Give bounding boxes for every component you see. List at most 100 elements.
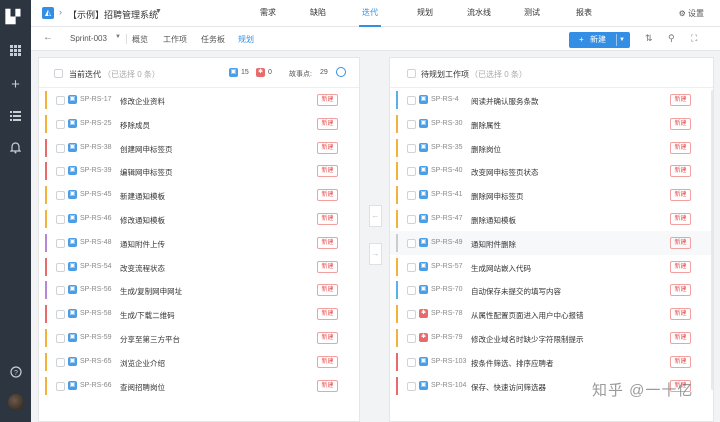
item-code[interactable]: SP-RS-78 [431,310,463,317]
tab-requirements[interactable]: 需求 [260,0,276,27]
chevron-down-icon[interactable]: ▼ [155,8,162,15]
item-code[interactable]: SP-RS-56 [80,286,112,293]
chevron-down-icon[interactable]: ▼ [115,34,121,40]
row-checkbox[interactable] [56,381,65,391]
list-icon[interactable] [0,109,31,125]
row-checkbox[interactable] [56,333,65,343]
list-item[interactable]: ▣ SP-RS-30 删除属性 新建 [390,112,713,136]
list-item[interactable]: ▣ SP-RS-25 移除成员 新建 [39,112,359,136]
list-item[interactable]: ▣ SP-RS-58 生成/下载二维码 新建 [39,302,359,326]
status-badge[interactable]: 新建 [317,331,338,344]
item-title[interactable]: 改变网申标签页状态 [471,167,539,178]
item-code[interactable]: SP-RS-41 [431,191,463,198]
app-logo[interactable]: ▙▘ [0,9,31,25]
plus-icon[interactable]: + [0,77,31,93]
tab-taskboard[interactable]: 任务板 [201,34,225,45]
row-checkbox[interactable] [407,214,416,224]
item-code[interactable]: SP-RS-65 [80,358,112,365]
item-code[interactable]: SP-RS-66 [80,382,112,389]
item-title[interactable]: 通知附件删除 [471,239,516,250]
list-item[interactable]: ▣ SP-RS-47 删除通知模板 新建 [390,207,713,231]
move-left-button[interactable]: ← [369,205,382,227]
item-title[interactable]: 删除岗位 [471,144,501,155]
item-code[interactable]: SP-RS-4 [431,96,459,103]
item-title[interactable]: 删除网申标签页 [471,191,524,202]
item-code[interactable]: SP-RS-17 [80,96,112,103]
row-checkbox[interactable] [407,167,416,177]
item-title[interactable]: 自动保存未提交的填写内容 [471,286,561,297]
row-checkbox[interactable] [407,381,416,391]
row-checkbox[interactable] [56,238,65,248]
item-title[interactable]: 从属性配置页面进入用户中心报错 [471,310,584,321]
item-code[interactable]: SP-RS-45 [80,191,112,198]
list-item[interactable]: ▣ SP-RS-65 浏览企业介绍 新建 [39,350,359,374]
item-title[interactable]: 浏览企业介绍 [120,358,165,369]
item-title[interactable]: 按条件筛选、排序应聘者 [471,358,554,369]
row-checkbox[interactable] [407,333,416,343]
row-checkbox[interactable] [56,191,65,201]
list-item[interactable]: ▣ SP-RS-39 编辑网申标签页 新建 [39,159,359,183]
list-item[interactable]: ▣ SP-RS-45 新建通知模板 新建 [39,183,359,207]
status-badge[interactable]: 新建 [670,260,691,273]
status-badge[interactable]: 新建 [317,284,338,297]
chevron-down-icon[interactable]: ▼ [619,32,625,48]
item-title[interactable]: 查阅招聘岗位 [120,382,165,393]
project-name[interactable]: 【示例】招聘管理系统 [68,8,158,21]
status-badge[interactable]: 新建 [670,141,691,154]
status-badge[interactable]: 新建 [670,212,691,225]
move-right-button[interactable]: → [369,243,382,265]
list-item[interactable]: ▣ SP-RS-46 修改通知模板 新建 [39,207,359,231]
item-code[interactable]: SP-RS-57 [431,263,463,270]
tab-plan[interactable]: 规划 [238,34,254,45]
tab-workitems[interactable]: 工作项 [163,34,187,45]
status-badge[interactable]: 新建 [670,236,691,249]
tab-defects[interactable]: 缺陷 [310,0,326,27]
fullscreen-icon[interactable]: ⛶ [691,33,697,44]
item-code[interactable]: SP-RS-70 [431,286,463,293]
tab-planning[interactable]: 规划 [417,0,433,27]
filter-icon[interactable]: ⚲ [668,33,675,44]
item-code[interactable]: SP-RS-35 [431,144,463,151]
item-title[interactable]: 移除成员 [120,120,150,131]
row-checkbox[interactable] [56,310,65,320]
item-code[interactable]: SP-RS-48 [80,239,112,246]
status-badge[interactable]: 新建 [317,189,338,202]
item-code[interactable]: SP-RS-54 [80,263,112,270]
list-item[interactable]: ✱ SP-RS-78 从属性配置页面进入用户中心报错 新建 [390,302,713,326]
list-item[interactable]: ▣ SP-RS-41 删除网申标签页 新建 [390,183,713,207]
tab-pipeline[interactable]: 流水线 [467,0,491,27]
help-icon[interactable]: ? [0,366,31,382]
row-checkbox[interactable] [56,96,65,105]
list-item[interactable]: ▣ SP-RS-49 通知附件删除 新建 [390,230,713,255]
row-checkbox[interactable] [56,286,65,296]
list-item[interactable]: ▣ SP-RS-54 改变流程状态 新建 [39,255,359,279]
tab-testing[interactable]: 测试 [524,0,540,27]
list-item[interactable]: ▣ SP-RS-59 分享至第三方平台 新建 [39,326,359,350]
list-item[interactable]: ▣ SP-RS-17 修改企业资料 新建 [39,88,359,112]
list-item[interactable]: ▣ SP-RS-56 生成/复制网申网址 新建 [39,278,359,302]
tab-overview[interactable]: 概览 [132,34,148,45]
item-code[interactable]: SP-RS-46 [80,215,112,222]
item-title[interactable]: 新建通知模板 [120,191,165,202]
list-item[interactable]: ▣ SP-RS-35 删除岗位 新建 [390,136,713,160]
avatar[interactable] [8,394,24,410]
item-code[interactable]: SP-RS-40 [431,167,463,174]
item-title[interactable]: 生成/复制网申网址 [120,286,182,297]
list-item[interactable]: ▣ SP-RS-48 通知附件上传 新建 [39,231,359,255]
item-code[interactable]: SP-RS-47 [431,215,463,222]
list-item[interactable]: ▣ SP-RS-40 改变网申标签页状态 新建 [390,159,713,183]
grid-icon[interactable] [0,44,31,60]
item-title[interactable]: 生成网站嵌入代码 [471,263,531,274]
status-badge[interactable]: 新建 [670,284,691,297]
row-checkbox[interactable] [407,357,416,367]
item-title[interactable]: 分享至第三方平台 [120,334,180,345]
sort-icon[interactable]: ⇅ [645,33,653,44]
list-item[interactable]: ▣ SP-RS-4 阅读并确认服务条款 新建 [390,88,713,112]
row-checkbox[interactable] [407,310,416,320]
row-checkbox[interactable] [407,191,416,201]
item-title[interactable]: 编辑网申标签页 [120,167,173,178]
row-checkbox[interactable] [407,286,416,296]
settings-button[interactable]: ⚙ 设置 [679,8,704,19]
item-code[interactable]: SP-RS-58 [80,310,112,317]
list-item[interactable]: ▣ SP-RS-66 查阅招聘岗位 新建 [39,374,359,398]
